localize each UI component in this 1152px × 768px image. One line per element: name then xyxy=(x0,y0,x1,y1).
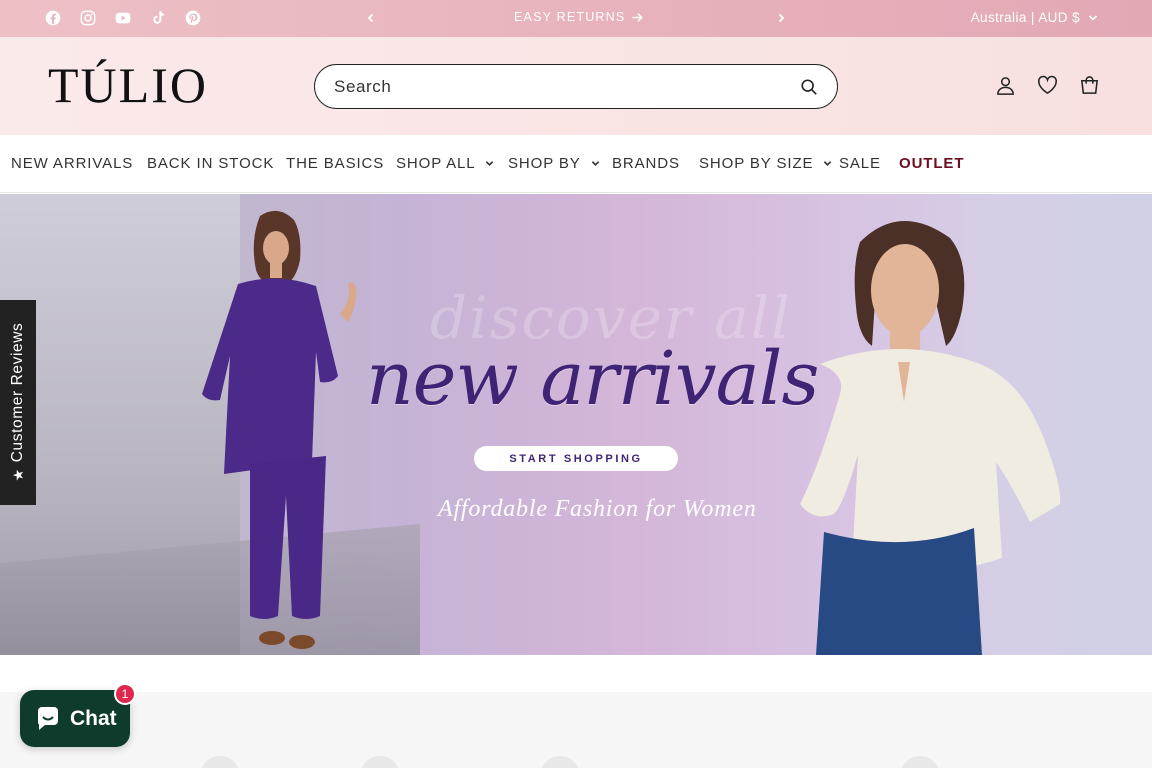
customer-reviews-label: Customer Reviews xyxy=(9,322,26,463)
nav-item-label: BACK IN STOCK xyxy=(147,155,275,172)
account-icon[interactable] xyxy=(994,74,1016,96)
social-links xyxy=(44,9,201,26)
announcement-prev-button[interactable] xyxy=(362,9,380,27)
chevron-left-icon xyxy=(367,13,374,23)
model-right-image xyxy=(800,220,1061,655)
announcement-message[interactable]: EASY RETURNS xyxy=(514,10,644,24)
chat-widget-button[interactable]: Chat xyxy=(20,690,130,747)
category-thumbnail xyxy=(900,756,940,768)
chat-notification-badge: 1 xyxy=(114,683,136,705)
nav-item-shop-by[interactable]: SHOP BY xyxy=(508,155,600,172)
search-button[interactable] xyxy=(787,65,831,109)
model-left-image xyxy=(202,210,357,649)
nav-item-label: BRANDS xyxy=(612,155,680,172)
start-shopping-button[interactable]: START SHOPPING xyxy=(474,446,678,471)
nav-item-shop-all[interactable]: SHOP ALL xyxy=(396,155,494,172)
announcement-bar: EASY RETURNS Australia | AUD $ xyxy=(0,0,1152,37)
cart-icon[interactable] xyxy=(1078,74,1100,96)
facebook-icon[interactable] xyxy=(44,9,61,26)
chevron-down-icon xyxy=(824,161,832,166)
nav-item-label: NEW ARRIVALS xyxy=(11,155,134,172)
nav-item-label: SHOP ALL xyxy=(396,155,476,172)
chevron-right-icon xyxy=(778,13,785,23)
nav-item-brands[interactable]: BRANDS xyxy=(612,155,680,172)
content-section xyxy=(0,692,1152,768)
nav-item-shop-by-size[interactable]: SHOP BY SIZE xyxy=(699,155,832,172)
nav-item-label: THE BASICS xyxy=(286,155,385,172)
tiktok-icon[interactable] xyxy=(149,9,166,26)
main-navigation: NEW ARRIVALS BACK IN STOCK THE BASICS SH… xyxy=(0,135,1152,193)
nav-item-back-in-stock[interactable]: BACK IN STOCK xyxy=(147,155,274,172)
chevron-down-icon xyxy=(1088,14,1098,21)
hero-title: new arrivals xyxy=(366,336,819,422)
hero-tagline: Affordable Fashion for Women xyxy=(438,496,757,522)
customer-reviews-tab[interactable]: ★ Customer Reviews xyxy=(0,300,36,505)
search-input[interactable] xyxy=(315,65,787,108)
nav-item-label: SHOP BY xyxy=(508,155,581,172)
nav-item-new-arrivals[interactable]: NEW ARRIVALS xyxy=(11,155,133,172)
category-thumbnail xyxy=(540,756,580,768)
category-thumbnail xyxy=(200,756,240,768)
locale-label: Australia | AUD $ xyxy=(970,10,1080,25)
announcement-next-button[interactable] xyxy=(772,9,790,27)
locale-selector[interactable]: Australia | AUD $ xyxy=(971,10,1098,25)
arrow-right-icon xyxy=(632,12,644,22)
site-header: TÚLIO xyxy=(0,37,1152,135)
star-icon: ★ xyxy=(9,468,26,482)
nav-item-the-basics[interactable]: THE BASICS xyxy=(286,155,384,172)
header-actions xyxy=(994,74,1100,96)
instagram-icon[interactable] xyxy=(79,9,96,26)
wishlist-heart-icon[interactable] xyxy=(1036,74,1058,96)
category-thumbnail xyxy=(360,756,400,768)
nav-item-label: SALE xyxy=(839,155,881,172)
pinterest-icon[interactable] xyxy=(184,9,201,26)
nav-item-sale[interactable]: SALE xyxy=(839,155,881,172)
nav-item-label: OUTLET xyxy=(899,155,965,172)
search-bar xyxy=(314,64,838,109)
chat-bubble-icon xyxy=(37,706,58,730)
chevron-down-icon xyxy=(486,161,494,166)
chevron-down-icon xyxy=(591,161,599,166)
hero-banner[interactable]: discover all new arrivals START SHOPPING… xyxy=(0,194,1152,655)
customer-reviews-tab-content: ★ Customer Reviews xyxy=(9,323,27,482)
announcement-text: EASY RETURNS xyxy=(514,10,626,24)
brand-logo[interactable]: TÚLIO xyxy=(48,55,208,115)
search-icon xyxy=(801,78,817,95)
chat-label: Chat xyxy=(70,706,117,730)
youtube-icon[interactable] xyxy=(114,9,131,26)
nav-item-label: SHOP BY SIZE xyxy=(699,155,814,172)
nav-item-outlet[interactable]: OUTLET xyxy=(899,155,964,172)
